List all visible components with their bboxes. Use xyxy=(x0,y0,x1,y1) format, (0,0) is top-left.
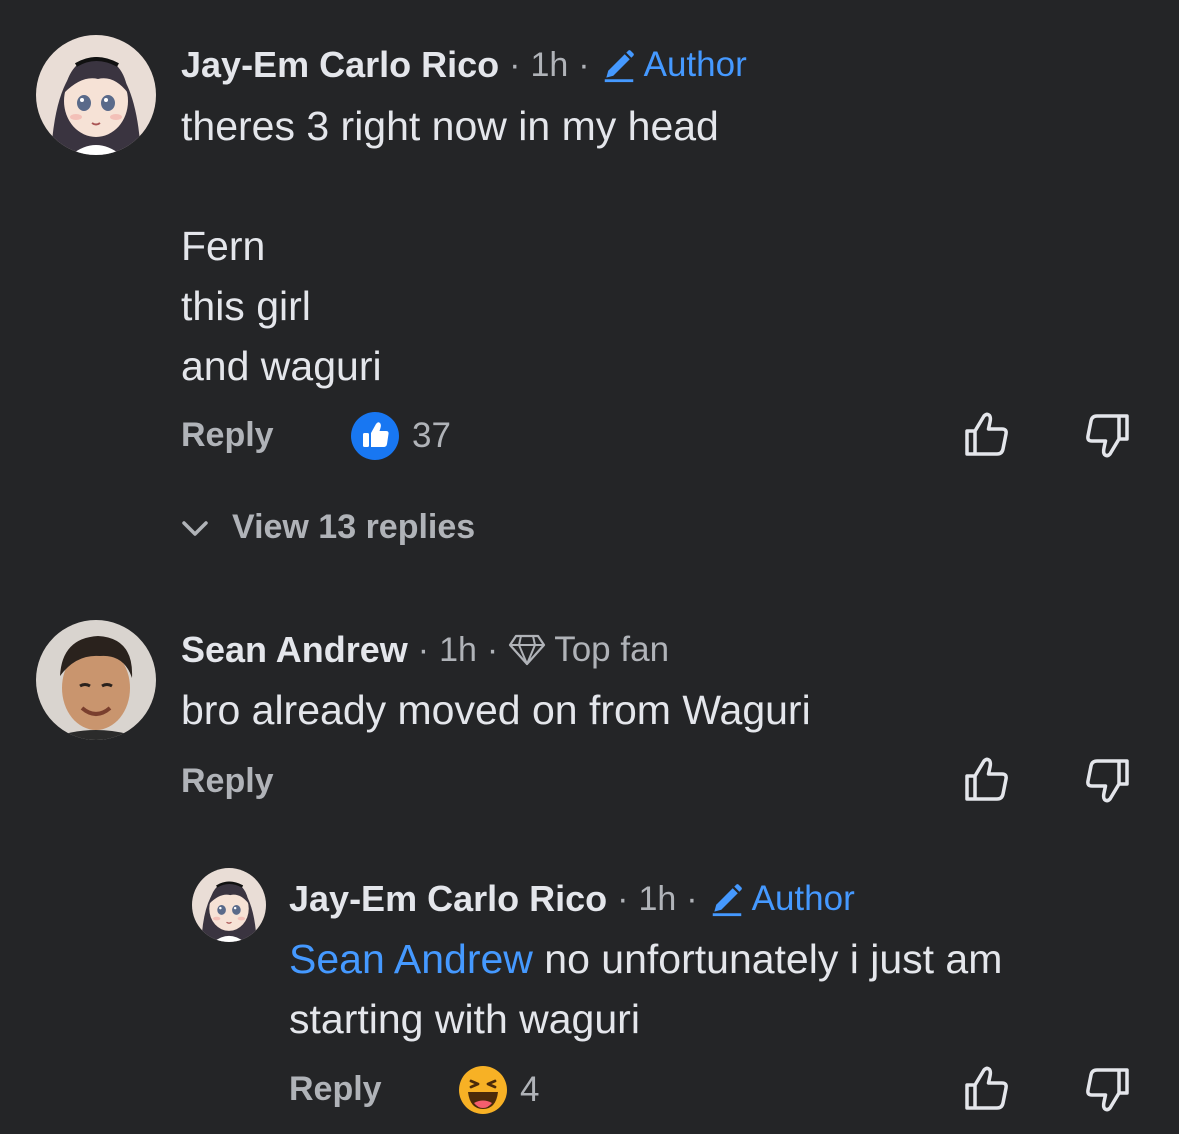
comment-line: this girl xyxy=(181,283,311,329)
downvote-button[interactable] xyxy=(1082,410,1132,465)
haha-reaction-icon xyxy=(459,1066,507,1114)
thumbs-down-icon xyxy=(1086,414,1129,458)
pencil-icon xyxy=(712,884,742,917)
man-avatar-image xyxy=(36,620,156,740)
timestamp[interactable]: 1h xyxy=(530,46,568,85)
upvote-button[interactable] xyxy=(962,410,1012,465)
comment-text: bro already moved on from Waguri xyxy=(181,687,811,733)
comment-line: and waguri xyxy=(181,343,382,389)
badge-label: Author xyxy=(643,45,747,84)
like-reaction-icon xyxy=(351,412,399,460)
view-replies-button[interactable]: View 13 replies xyxy=(178,508,475,547)
user-mention-link[interactable]: Sean Andrew xyxy=(289,936,533,982)
badge-label: Author xyxy=(751,879,855,918)
downvote-button[interactable] xyxy=(1082,1064,1132,1119)
timestamp[interactable]: 1h xyxy=(638,880,676,919)
reaction-summary[interactable]: 37 xyxy=(350,411,451,461)
comment-line: Fern xyxy=(181,223,266,269)
reply-button[interactable]: Reply xyxy=(181,416,274,455)
reaction-count: 4 xyxy=(520,1070,540,1109)
comment-line: Sean Andrew no unfortunately i just am xyxy=(289,929,1149,989)
avatar[interactable] xyxy=(36,620,156,740)
downvote-button[interactable] xyxy=(1082,755,1132,810)
separator-dot: · xyxy=(617,879,629,918)
separator-dot: · xyxy=(417,630,430,669)
diamond-icon xyxy=(509,634,546,666)
anime-girl-avatar-image xyxy=(192,868,266,942)
author-name[interactable]: Jay-Em Carlo Rico xyxy=(181,44,499,86)
comment-line: starting with waguri xyxy=(289,996,640,1042)
author-name[interactable]: Sean Andrew xyxy=(181,629,408,671)
avatar[interactable] xyxy=(36,35,156,155)
reaction-summary[interactable]: 4 xyxy=(458,1065,539,1115)
reaction-count: 37 xyxy=(412,416,451,455)
pencil-icon xyxy=(604,50,634,83)
thumbs-up-icon xyxy=(965,412,1008,456)
separator-dot: · xyxy=(578,45,590,84)
thumbs-up-icon xyxy=(965,1066,1008,1110)
author-badge: Author xyxy=(600,45,747,85)
separator-dot: · xyxy=(686,879,698,918)
author-name[interactable]: Jay-Em Carlo Rico xyxy=(289,878,607,920)
upvote-button[interactable] xyxy=(962,1064,1012,1119)
thumbs-up-icon xyxy=(965,757,1008,801)
timestamp[interactable]: 1h xyxy=(439,631,477,670)
anime-girl-avatar-image xyxy=(36,35,156,155)
top-fan-badge: Top fan xyxy=(508,630,669,670)
upvote-button[interactable] xyxy=(962,755,1012,810)
view-replies-label: View 13 replies xyxy=(232,508,476,546)
comment-header: Jay-Em Carlo Rico · 1h · Author xyxy=(181,40,747,90)
separator-dot: · xyxy=(486,630,499,669)
reply-button[interactable]: Reply xyxy=(181,762,274,801)
author-badge: Author xyxy=(708,879,855,919)
comment-header: Sean Andrew · 1h · Top fan xyxy=(181,625,669,675)
comment-text: Sean Andrew no unfortunately i just am s… xyxy=(289,929,1149,1049)
comment-line-text: no unfortunately i just am xyxy=(532,936,1003,982)
comment-header: Jay-Em Carlo Rico · 1h · Author xyxy=(289,874,855,924)
comment-line: theres 3 right now in my head xyxy=(181,103,719,149)
comment-text: theres 3 right now in my head Fern this … xyxy=(181,96,1141,396)
chevron-down-icon xyxy=(182,520,208,536)
separator-dot: · xyxy=(509,45,521,84)
badge-label: Top fan xyxy=(554,630,670,669)
reply-button[interactable]: Reply xyxy=(289,1070,382,1109)
avatar[interactable] xyxy=(192,868,266,942)
thumbs-down-icon xyxy=(1086,759,1129,803)
thumbs-down-icon xyxy=(1086,1068,1129,1112)
